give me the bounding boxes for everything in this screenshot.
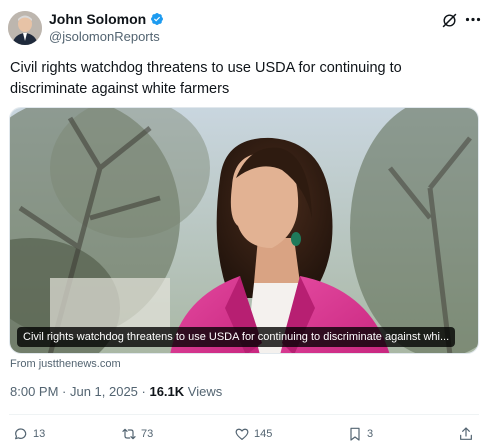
like-icon [235,428,249,440]
repost-icon [122,428,136,440]
like-button[interactable]: 145 [234,426,272,442]
link-source[interactable]: From justthenews.com [10,358,121,370]
author-handle[interactable]: @jsolomonReports [49,29,160,44]
views-count: 16.1K [149,384,185,399]
repost-count: 73 [141,428,154,440]
like-count: 145 [254,428,273,440]
avatar[interactable] [8,11,42,45]
link-card-image[interactable] [9,107,479,354]
post-meta: 8:00 PM · Jun 1, 2025 · 16.1K Views [10,384,222,399]
views-label: Views [184,384,223,399]
reply-icon [15,428,27,440]
media-caption[interactable]: Civil rights watchdog threatens to use U… [17,327,456,347]
grok-icon[interactable] [441,12,458,29]
share-icon [460,427,472,440]
bookmark-icon [350,427,360,441]
reply-count: 13 [33,428,46,440]
verified-badge-icon [151,13,164,25]
author-name[interactable]: John Solomon [49,11,146,27]
repost-button[interactable]: 73 [121,426,153,442]
timestamp[interactable]: 8:00 PM · Jun 1, 2025 · [10,384,149,399]
divider [9,414,479,415]
post-text: Civil rights watchdog threatens to use U… [10,60,402,97]
bookmark-button[interactable]: 3 [347,426,373,442]
more-icon[interactable] [465,17,481,22]
share-button[interactable] [458,426,474,442]
reply-button[interactable]: 13 [13,426,45,442]
bookmark-count: 3 [367,428,374,440]
